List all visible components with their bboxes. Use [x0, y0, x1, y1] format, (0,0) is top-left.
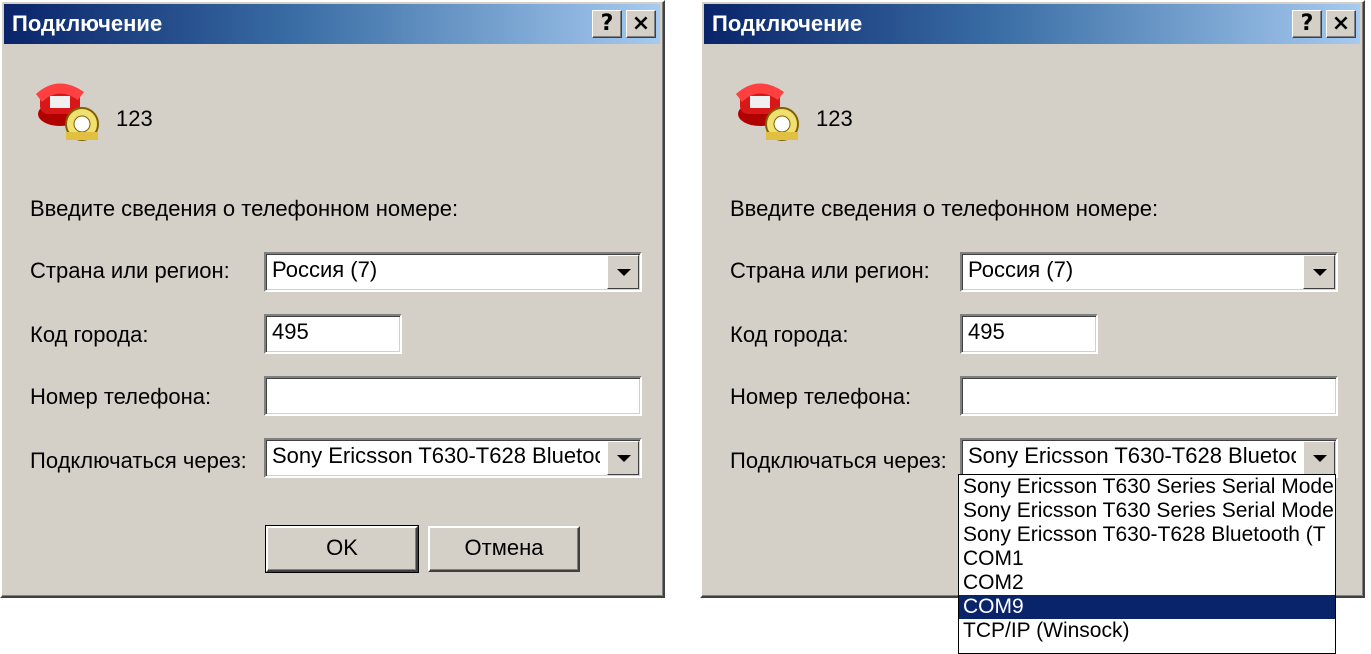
connection-name: 123 [816, 106, 853, 131]
close-button[interactable]: × [1326, 10, 1356, 38]
connect-using-select[interactable]: Sony Ericsson T630-T628 Bluetooth [264, 438, 642, 478]
phone-connection-icon [736, 83, 799, 141]
list-item[interactable]: Sony Ericsson T630-T628 Bluetooth (T [959, 523, 1335, 547]
connection-dialog-left: Подключение ? × 123 Введите сведения о т… [0, 0, 665, 598]
connect-using-dropdown-list: Sony Ericsson T630 Series Serial Mode So… [958, 474, 1336, 654]
connect-using-select[interactable]: Sony Ericsson T630-T628 Bluetooth [960, 438, 1338, 478]
connect-using-value: Sony Ericsson T630-T628 Bluetooth [272, 443, 600, 468]
connect-using-label: Подключаться через: [730, 448, 947, 473]
window-title: Подключение [712, 11, 863, 36]
country-label: Страна или регион: [730, 258, 930, 283]
connect-using-label: Подключаться через: [30, 448, 247, 473]
chevron-down-icon[interactable] [1303, 255, 1335, 289]
ok-button[interactable]: OK [265, 525, 419, 573]
area-code-input[interactable]: 495 [264, 314, 402, 354]
help-button[interactable]: ? [1292, 10, 1322, 38]
country-value: Россия (7) [968, 257, 1074, 282]
list-item[interactable]: COM2 [959, 571, 1335, 595]
country-label: Страна или регион: [30, 258, 230, 283]
phone-label: Номер телефона: [30, 384, 212, 409]
phone-input[interactable] [960, 376, 1338, 416]
phone-connection-icon [36, 83, 99, 141]
country-select[interactable]: Россия (7) [960, 252, 1338, 292]
window-title: Подключение [12, 11, 163, 36]
chevron-down-icon[interactable] [607, 441, 639, 475]
connect-using-value: Sony Ericsson T630-T628 Bluetooth [968, 443, 1296, 468]
area-code-input[interactable]: 495 [960, 314, 1098, 354]
title-bar: Подключение ? × [4, 4, 660, 44]
list-item[interactable]: Sony Ericsson T630 Series Serial Mode [959, 499, 1335, 523]
phone-label: Номер телефона: [730, 384, 912, 409]
prompt-text: Введите сведения о телефонном номере: [730, 196, 1159, 221]
list-item[interactable]: Sony Ericsson T630 Series Serial Mode [959, 475, 1335, 499]
prompt-text: Введите сведения о телефонном номере: [30, 196, 459, 221]
chevron-down-icon[interactable] [1303, 441, 1335, 475]
list-item[interactable]: COM1 [959, 547, 1335, 571]
close-button[interactable]: × [626, 10, 656, 38]
country-value: Россия (7) [272, 257, 378, 282]
phone-input[interactable] [264, 376, 642, 416]
connection-name: 123 [116, 106, 153, 131]
chevron-down-icon[interactable] [607, 255, 639, 289]
cancel-button[interactable]: Отмена [428, 526, 580, 572]
list-item-selected[interactable]: COM9 [959, 595, 1335, 619]
area-code-label: Код города: [730, 322, 849, 347]
help-button[interactable]: ? [592, 10, 622, 38]
title-bar: Подключение ? × [704, 4, 1360, 44]
list-item[interactable]: TCP/IP (Winsock) [959, 619, 1335, 643]
country-select[interactable]: Россия (7) [264, 252, 642, 292]
area-code-label: Код города: [30, 322, 149, 347]
